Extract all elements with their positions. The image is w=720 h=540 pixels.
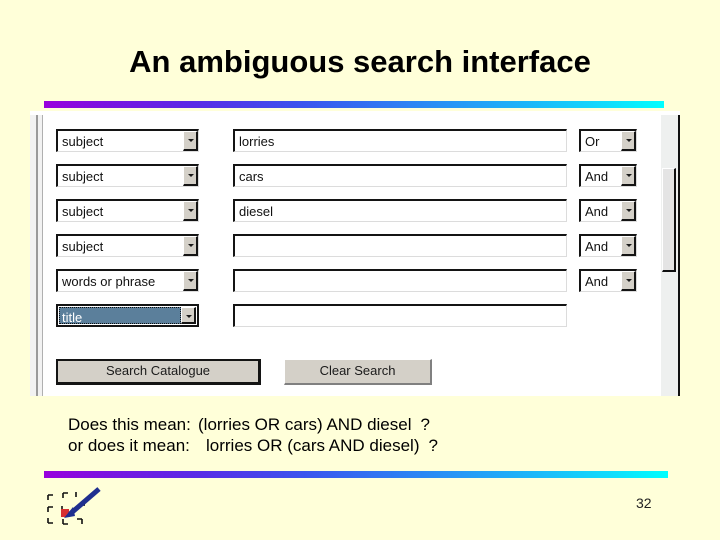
- arrow-target-logo-icon: [43, 487, 105, 531]
- search-term-input-2[interactable]: cars: [233, 164, 567, 187]
- operator-select-2-wrap: And: [579, 164, 637, 187]
- search-term-input-1[interactable]: lorries: [233, 129, 567, 152]
- field-select-1-label: subject: [62, 134, 104, 149]
- search-term-input-6[interactable]: [233, 304, 567, 327]
- field-select-1[interactable]: subject: [56, 129, 199, 152]
- window-left-frame: [30, 115, 43, 396]
- chevron-down-icon[interactable]: [183, 271, 198, 291]
- chevron-down-icon[interactable]: [181, 307, 196, 324]
- operator-select-1-label: Or: [585, 134, 600, 149]
- search-row: subject cars And: [56, 164, 642, 199]
- search-row: subject lorries Or: [56, 129, 642, 164]
- operator-select-4-wrap: And: [579, 234, 637, 257]
- search-row: title: [56, 304, 642, 339]
- field-select-4-label: subject: [62, 239, 104, 254]
- operator-select-2[interactable]: And: [579, 164, 637, 187]
- chevron-down-icon[interactable]: [183, 201, 198, 221]
- search-row: words or phrase And: [56, 269, 642, 304]
- interpretation-line-2: or does it mean: lorries OR (cars AND di…: [68, 435, 438, 456]
- scrollbar-thumb[interactable]: [662, 168, 676, 272]
- field-select-6-label: title: [59, 307, 181, 324]
- search-catalogue-button[interactable]: Search Catalogue: [56, 359, 261, 385]
- chevron-down-icon[interactable]: [621, 131, 636, 151]
- interpretation-1-expression: (lorries OR cars) AND diesel: [198, 415, 412, 434]
- chevron-down-icon[interactable]: [183, 131, 198, 151]
- vertical-scrollbar[interactable]: [661, 115, 680, 396]
- interpretation-2-question-mark: ?: [428, 436, 438, 455]
- interpretation-1-lead: Does this mean:: [68, 415, 191, 434]
- operator-select-4-label: And: [585, 239, 609, 254]
- page-title: An ambiguous search interface: [129, 44, 591, 79]
- clear-search-button[interactable]: Clear Search: [284, 359, 432, 385]
- interpretation-1-question-mark: ?: [420, 415, 430, 434]
- operator-select-3-wrap: And: [579, 199, 637, 222]
- field-select-2[interactable]: subject: [56, 164, 199, 187]
- chevron-down-icon[interactable]: [183, 166, 198, 186]
- operator-select-5[interactable]: And: [579, 269, 637, 292]
- operator-select-3[interactable]: And: [579, 199, 637, 222]
- chevron-down-icon[interactable]: [621, 271, 636, 291]
- operator-select-1[interactable]: Or: [579, 129, 637, 152]
- search-form: subject lorries Or subject cars And subj…: [56, 129, 642, 339]
- interpretation-line-1: Does this mean: (lorries OR cars) AND di…: [68, 414, 438, 435]
- chevron-down-icon[interactable]: [621, 166, 636, 186]
- operator-select-5-wrap: And: [579, 269, 637, 292]
- top-gradient-divider: [44, 101, 664, 108]
- field-select-6[interactable]: title: [56, 304, 199, 327]
- search-row: subject diesel And: [56, 199, 642, 234]
- search-interface-screenshot: subject lorries Or subject cars And subj…: [30, 111, 680, 396]
- ambiguity-explanation: Does this mean: (lorries OR cars) AND di…: [68, 414, 438, 456]
- search-term-input-4[interactable]: [233, 234, 567, 257]
- field-select-3[interactable]: subject: [56, 199, 199, 222]
- chevron-down-icon[interactable]: [183, 236, 198, 256]
- search-term-input-5[interactable]: [233, 269, 567, 292]
- operator-select-3-label: And: [585, 204, 609, 219]
- operator-select-2-label: And: [585, 169, 609, 184]
- operator-select-4[interactable]: And: [579, 234, 637, 257]
- interpretation-2-lead: or does it mean:: [68, 436, 190, 455]
- operator-select-1-wrap: Or: [579, 129, 637, 152]
- page-number: 32: [636, 495, 652, 511]
- interpretation-2-expression: lorries OR (cars AND diesel): [206, 436, 420, 455]
- search-row: subject And: [56, 234, 642, 269]
- bottom-gradient-divider: [44, 471, 668, 478]
- field-select-5[interactable]: words or phrase: [56, 269, 199, 292]
- chevron-down-icon[interactable]: [621, 236, 636, 256]
- field-select-5-label: words or phrase: [62, 274, 156, 289]
- chevron-down-icon[interactable]: [621, 201, 636, 221]
- field-select-4[interactable]: subject: [56, 234, 199, 257]
- search-term-input-3[interactable]: diesel: [233, 199, 567, 222]
- operator-select-5-label: And: [585, 274, 609, 289]
- field-select-2-label: subject: [62, 169, 104, 184]
- field-select-3-label: subject: [62, 204, 104, 219]
